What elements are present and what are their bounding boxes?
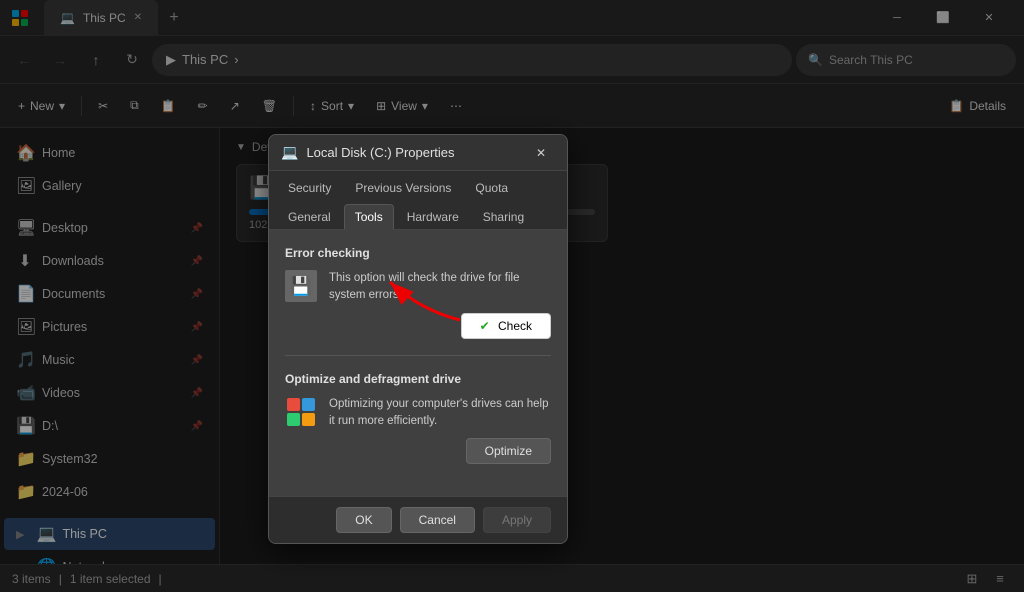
check-button-container: ✔ Check bbox=[285, 313, 551, 339]
properties-dialog: 💻 Local Disk (C:) Properties ✕ Security … bbox=[268, 134, 568, 544]
dialog-titlebar: 💻 Local Disk (C:) Properties ✕ bbox=[269, 135, 567, 171]
tab-quota[interactable]: Quota bbox=[464, 175, 519, 200]
optimize-title: Optimize and defragment drive bbox=[285, 372, 551, 386]
apply-button[interactable]: Apply bbox=[483, 507, 551, 533]
check-icon: ✔ bbox=[480, 319, 490, 333]
error-checking-description: This option will check the drive for fil… bbox=[329, 270, 551, 305]
tab-security[interactable]: Security bbox=[277, 175, 342, 200]
defrag-icon bbox=[285, 396, 317, 428]
optimize-description: Optimizing your computer's drives can he… bbox=[329, 396, 551, 431]
optimize-button[interactable]: Optimize bbox=[466, 438, 551, 464]
optimize-button-container: Optimize bbox=[285, 438, 551, 464]
dialog-content: Error checking 💾 This option will check … bbox=[269, 230, 567, 496]
dialog-close-button[interactable]: ✕ bbox=[527, 139, 555, 167]
section-divider bbox=[285, 355, 551, 356]
error-checking-row: 💾 This option will check the drive for f… bbox=[285, 270, 551, 305]
optimize-section: Optimize and defragment drive Optimizing… bbox=[285, 372, 551, 465]
check-button[interactable]: ✔ Check bbox=[461, 313, 551, 339]
tab-hardware[interactable]: Hardware bbox=[396, 204, 470, 229]
ok-button[interactable]: OK bbox=[336, 507, 391, 533]
error-checking-section: Error checking 💾 This option will check … bbox=[285, 246, 551, 339]
dialog-tab-row-1: Security Previous Versions Quota bbox=[269, 171, 567, 200]
error-checking-title: Error checking bbox=[285, 246, 551, 260]
check-label: Check bbox=[498, 319, 532, 333]
tab-tools[interactable]: Tools bbox=[344, 204, 394, 230]
optimize-row: Optimizing your computer's drives can he… bbox=[285, 396, 551, 431]
tab-sharing[interactable]: Sharing bbox=[472, 204, 535, 229]
dialog-tab-row-2: General Tools Hardware Sharing bbox=[269, 200, 567, 229]
cancel-button[interactable]: Cancel bbox=[400, 507, 475, 533]
error-drive-icon: 💾 bbox=[285, 270, 317, 302]
tab-previous-versions[interactable]: Previous Versions bbox=[344, 175, 462, 200]
dialog-footer: OK Cancel Apply bbox=[269, 496, 567, 543]
dialog-overlay: 💻 Local Disk (C:) Properties ✕ Security … bbox=[0, 0, 1024, 592]
tab-general[interactable]: General bbox=[277, 204, 342, 229]
dialog-title-icon: 💻 bbox=[281, 144, 298, 161]
dialog-title-text: Local Disk (C:) Properties bbox=[306, 145, 519, 160]
dialog-tabs: Security Previous Versions Quota General… bbox=[269, 171, 567, 230]
